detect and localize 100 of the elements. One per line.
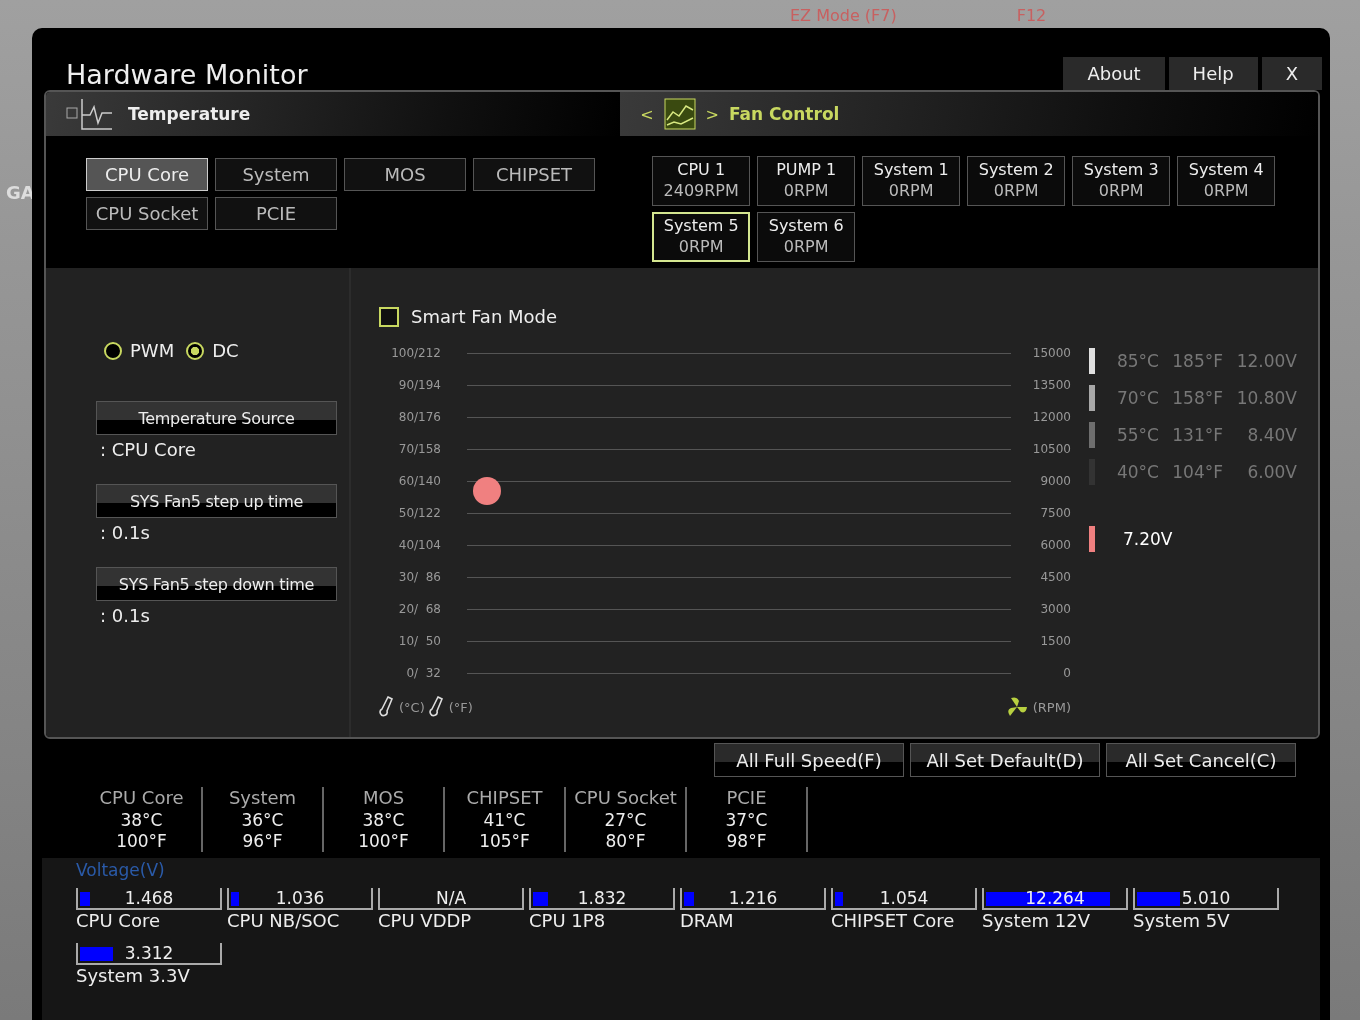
fahrenheit-reading: 98°F [726,830,767,852]
fan-button[interactable]: System 2 0RPM [967,156,1066,206]
sensor-name: CPU Socket [574,787,677,810]
celsius-reading: 37°C [725,809,768,831]
celsius-reading: 38°C [362,809,405,831]
legend-text: 158°F [1171,388,1223,408]
sensor-button[interactable]: CHIPSET [473,158,595,191]
legend-text: 10.80V [1235,388,1297,408]
rpm-tick: 0 [1062,666,1071,680]
rail-name: System 5V [1133,910,1231,931]
fan-button[interactable]: System 3 0RPM [1072,156,1171,206]
side-label: GA [6,182,35,203]
sensor-button[interactable]: System [215,158,337,191]
section-title: Fan Control [729,104,840,124]
unit-label: (°F) [448,699,473,715]
next-arrow[interactable]: > [705,104,719,124]
temperature-tick: 10/ 50 [397,634,441,648]
legend-text: 12.00V [1235,351,1297,371]
rpm-tick: 9000 [1039,474,1071,488]
sensor-button[interactable]: CPU Socket [86,197,208,230]
action-button[interactable]: All Set Cancel(C) [1106,743,1296,777]
setting-button[interactable]: Temperature Source [96,401,337,435]
voltage-meter: 1.832 [529,888,675,910]
legend-text: 55°C [1116,425,1159,445]
fahrenheit-reading: 100°F [358,830,409,852]
voltage-meter: 1.054 [831,888,977,910]
voltage-title: Voltage(V) [76,860,166,880]
setting-button[interactable]: SYS Fan5 step down time [96,567,337,601]
voltage-meter: 1.216 [680,888,826,910]
temperature-tick: 20/ 68 [397,602,441,616]
action-button[interactable]: All Set Default(D) [910,743,1100,777]
voltage-meter: 12.264 [982,888,1128,910]
rpm-tick: 7500 [1039,506,1071,520]
voltage-meter: 1.036 [227,888,373,910]
sensor-name: System [228,787,297,810]
rail-name: CPU NB/SOC [227,910,341,931]
celsius-reading: 27°C [604,809,647,831]
current-voltage: 7.20V [1123,529,1173,549]
legend-text: 85°C [1116,351,1159,371]
prev-arrow[interactable]: < [640,104,654,124]
rpm-tick: 10500 [1031,442,1071,456]
radio-button[interactable] [104,341,122,360]
header-tab[interactable]: Help [1168,57,1258,90]
temperature-tick: 0/ 32 [405,666,441,680]
unit-label: (°C) [399,699,425,715]
setting-value: : 0.1s [100,605,151,626]
rpm-tick: 13500 [1031,378,1071,392]
rpm-tick: 3000 [1039,602,1071,616]
fahrenheit-reading: 105°F [479,830,530,852]
rpm-tick: 12000 [1031,410,1071,424]
sensor-name: CHIPSET [466,787,543,810]
setting-value: : CPU Core [100,439,197,460]
curve-point[interactable] [473,476,501,505]
temperature-tick: 50/122 [397,506,441,520]
menu-label: EZ Mode (F7) [790,6,897,27]
fahrenheit-reading: 100°F [116,830,167,852]
rail-name: CPU Core [76,910,161,931]
rail-name: System 3.3V [76,965,191,986]
fahrenheit-reading: 80°F [605,830,646,852]
temperature-tick: 90/194 [397,378,441,392]
rail-name: System 12V [982,910,1092,931]
legend-text: 185°F [1171,351,1223,371]
celsius-reading: 36°C [241,809,284,831]
header-tab[interactable]: X [1261,57,1322,90]
voltage-meter: N/A [378,888,524,910]
header-tab[interactable]: About [1063,57,1165,90]
temperature-tick: 100/212 [390,346,441,360]
temperature-tick: 80/176 [397,410,441,424]
radio-button[interactable] [186,341,205,360]
setting-value: : 0.1s [100,522,151,543]
fan-button[interactable]: PUMP 1 0RPM [757,156,856,206]
fan-button[interactable]: System 1 0RPM [862,156,961,206]
rpm-tick: 1500 [1039,634,1071,648]
rpm-tick: 15000 [1031,346,1071,360]
rail-name: DRAM [680,910,735,931]
temperature-tick: 30/ 86 [397,570,441,584]
sensor-button[interactable]: PCIE [215,197,337,230]
temperature-tick: 60/140 [397,474,441,488]
fan-button[interactable]: System 6 0RPM [757,212,856,262]
rail-name: CHIPSET Core [831,910,956,931]
section-title: Temperature [128,104,251,124]
fan-button[interactable]: CPU 1 2409RPM [652,156,751,206]
window-title: Hardware Monitor [66,59,308,90]
sensor-name: MOS [362,787,405,810]
action-button[interactable]: All Full Speed(F) [714,743,904,777]
celsius-reading: 38°C [120,809,163,831]
voltage-meter: 1.468 [76,888,222,910]
sensor-button[interactable]: CPU Core [86,158,208,191]
fan-button[interactable]: System 4 0RPM [1177,156,1276,206]
sensor-button[interactable]: MOS [344,158,466,191]
legend-text: 6.00V [1246,462,1297,482]
menu-label: F12 [1016,6,1047,27]
thermometer-icon [428,695,445,719]
fan-button[interactable]: System 5 0RPM [652,212,751,262]
voltage-meter: 3.312 [76,943,222,965]
setting-button[interactable]: SYS Fan5 step up time [96,484,337,518]
voltage-meter: 5.010 [1133,888,1279,910]
checkbox[interactable] [379,306,399,327]
temperature-tick: 70/158 [397,442,441,456]
legend-text: 104°F [1171,462,1223,482]
